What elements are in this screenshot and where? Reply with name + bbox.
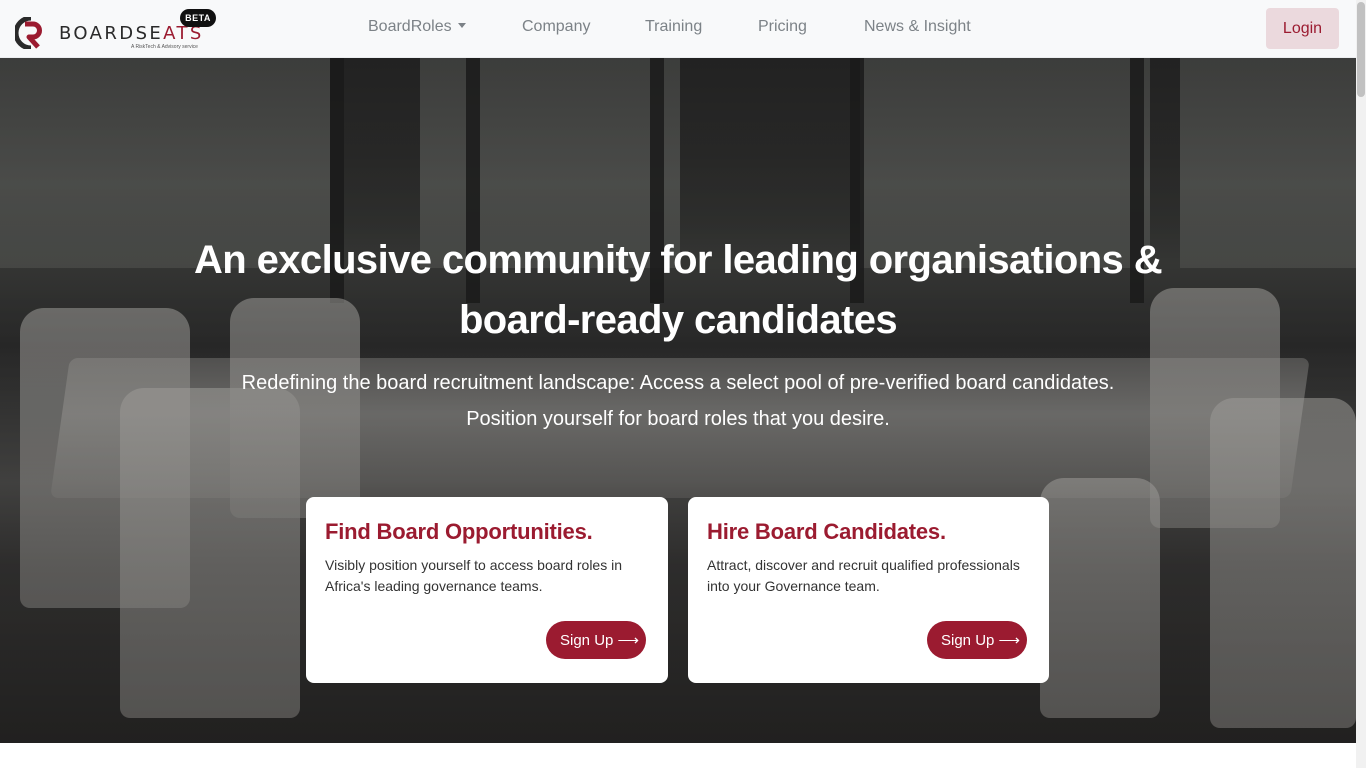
candidate-signup-button[interactable]: Sign Up ⟶	[546, 621, 646, 659]
hire-candidates-card: Hire Board Candidates. Attract, discover…	[688, 497, 1049, 683]
scrollbar-thumb[interactable]	[1357, 2, 1365, 97]
nav-boardroles-label: BoardRoles	[368, 18, 452, 35]
brand-logo[interactable]: BOARDSEATS A RiskTech & Advisory service…	[15, 9, 220, 53]
caret-down-icon	[457, 23, 466, 28]
hero-subtitle: Redefining the board recruitment landsca…	[241, 372, 1115, 430]
nav-company[interactable]: Company	[522, 18, 590, 36]
beta-badge: BETA	[180, 9, 216, 27]
page-scrollbar[interactable]	[1356, 0, 1366, 768]
nav-boardroles-dropdown[interactable]: BoardRoles	[368, 18, 466, 36]
nav-news-insight[interactable]: News & Insight	[864, 18, 971, 36]
card-title: Hire Board Candidates.	[707, 519, 946, 544]
brand-wordmark: BOARDSEATS	[59, 23, 204, 44]
card-text: Visibly position yourself to access boar…	[325, 557, 623, 594]
nav-pricing[interactable]: Pricing	[758, 18, 807, 36]
find-opportunities-card: Find Board Opportunities. Visibly positi…	[306, 497, 668, 683]
hero-title: An exclusive community for leading organ…	[194, 238, 1163, 342]
nav-training[interactable]: Training	[645, 18, 702, 36]
login-button[interactable]: Login	[1266, 8, 1339, 49]
card-title: Find Board Opportunities.	[325, 519, 593, 544]
organisation-signup-button[interactable]: Sign Up ⟶	[927, 621, 1027, 659]
hero-section: An exclusive community for leading organ…	[0, 58, 1356, 743]
top-navbar: BOARDSEATS A RiskTech & Advisory service…	[0, 0, 1356, 58]
boardseats-logo-icon	[15, 17, 42, 49]
card-text: Attract, discover and recruit qualified …	[707, 557, 1020, 594]
brand-tagline: A RiskTech & Advisory service	[131, 44, 198, 50]
